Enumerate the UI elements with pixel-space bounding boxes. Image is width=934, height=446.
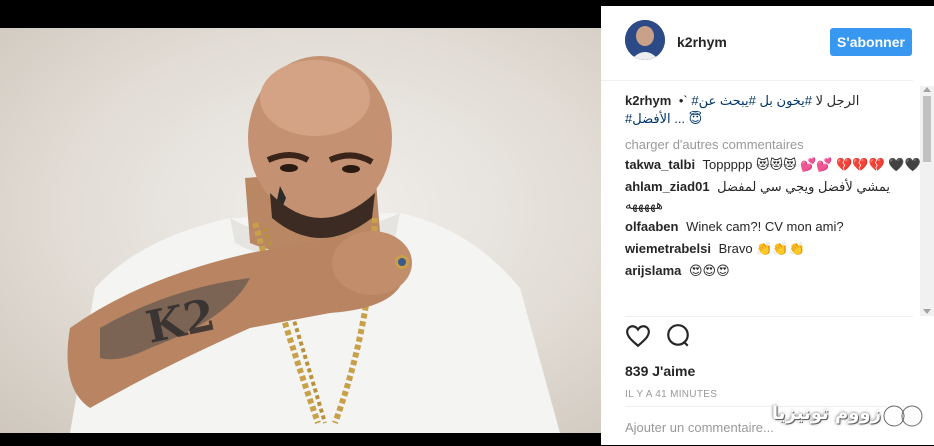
comment-icon-svg: [667, 324, 689, 347]
comment-text: Winek cam?! CV mon ami?: [686, 219, 844, 234]
post-timestamp: IL Y A 41 MINUTES: [625, 389, 718, 400]
scrollbar-thumb[interactable]: [923, 96, 931, 162]
watermark: زووم تونيزيا: [757, 399, 927, 433]
comments-list[interactable]: k2rhym •` الرجل لا #يخون بل #يبحث عن# #ا…: [625, 92, 921, 306]
list-item: takwa_talbi Toppppp 😻😻😻 💕💕 💔💔💔 🖤🖤: [625, 156, 921, 174]
avatar-image: [625, 20, 665, 60]
follow-button[interactable]: S'abonner: [830, 28, 912, 56]
comment-text: Bravo 👏👏👏: [718, 241, 805, 256]
scroll-down-arrow-icon[interactable]: [923, 309, 931, 314]
comment-username[interactable]: takwa_talbi: [625, 157, 695, 172]
caption-line-1: الرجل لا #يخون بل #يبحث عن#: [691, 92, 859, 110]
comment-text: Toppppp 😻😻😻 💕💕 💔💔💔 🖤🖤: [702, 157, 921, 172]
caption: k2rhym •` الرجل لا #يخون بل #يبحث عن# #ا…: [625, 92, 921, 128]
comment-username[interactable]: wiemetrabelsi: [625, 241, 711, 256]
list-item: olfaaben Winek cam?! CV mon ami?: [625, 218, 921, 236]
post-header: k2rhym S'abonner: [601, 6, 913, 81]
list-item: arijslama 😍😍😍: [625, 262, 921, 280]
scroll-up-arrow-icon[interactable]: [923, 87, 931, 92]
man-portrait-illustration: K2: [67, 56, 560, 433]
list-item: wiemetrabelsi Bravo 👏👏👏: [625, 240, 921, 258]
watermark-text: زووم تونيزيا: [771, 403, 881, 424]
avatar[interactable]: [625, 20, 665, 60]
heart-icon-svg: [626, 325, 650, 348]
post-photo[interactable]: K2: [0, 28, 601, 433]
caption-tag-2[interactable]: #يخون بل: [759, 93, 812, 108]
comment-username[interactable]: ahlam_ziad01: [625, 179, 710, 194]
comment-username[interactable]: arijslama: [625, 263, 681, 278]
watermark-logo-icon: [882, 404, 924, 428]
list-item: ahlam_ziad01 يمشي لأفضل ويجي سي لمفضل هه…: [625, 178, 921, 214]
caption-tag-3[interactable]: #يبحث عن#: [691, 93, 755, 108]
caption-tag-1: الرجل لا: [815, 93, 860, 108]
post-sidebar: k2rhym S'abonner k2rhym •` الرجل لا #يخو…: [601, 6, 934, 445]
caption-bullet: •`: [678, 93, 688, 108]
likes-count[interactable]: 839 J'aime: [625, 363, 695, 379]
comments-scrollbar[interactable]: [920, 86, 934, 316]
caption-username[interactable]: k2rhym: [625, 93, 671, 108]
load-more-comments-link[interactable]: charger d'autres commentaires: [625, 136, 921, 154]
comment-username[interactable]: olfaaben: [625, 219, 678, 234]
comment-text: 😍😍😍: [689, 263, 730, 278]
post-username[interactable]: k2rhym: [677, 34, 727, 50]
comment-icon[interactable]: [665, 323, 695, 353]
photo-panel: K2: [0, 6, 601, 445]
heart-icon[interactable]: [625, 323, 655, 353]
caption-line-2[interactable]: #الأفضل ... 😇: [625, 110, 921, 128]
